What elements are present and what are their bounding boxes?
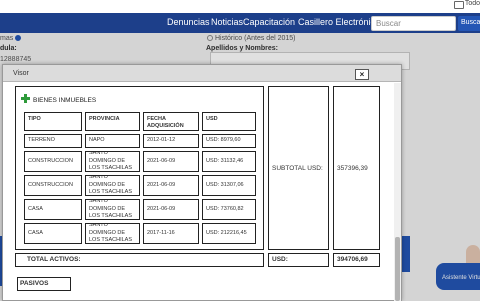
total-activos-value: 394706,69 [337, 256, 368, 263]
modal-header: Visor × [3, 65, 401, 82]
nav-link-noticias[interactable]: Noticias [211, 17, 243, 27]
subtotal-label: SUBTOTAL USD: [272, 165, 323, 172]
plus-icon[interactable] [21, 94, 30, 103]
bienes-section-title: BIENES INMUEBLES [33, 97, 97, 104]
table-cell-provincia: SANTO DOMINGO DE LOS TSACHILAS [85, 175, 140, 196]
table-cell-tipo: CONSTRUCCION [24, 175, 82, 196]
site-navigation: Denuncias Noticias Capacitación Casiller… [0, 13, 480, 33]
table-cell-usd: USD: 31132,46 [202, 151, 256, 172]
folder-icon[interactable] [454, 1, 464, 9]
nav-link-capacitacion[interactable]: Capacitación [243, 17, 295, 27]
table-cell-usd: USD: 8979,60 [202, 134, 256, 148]
bookmark-label[interactable]: Todo [465, 0, 480, 7]
table-cell-fecha: 2021-06-09 [143, 151, 199, 172]
table-cell-provincia: SANTO DOMINGO DE LOS TSACHILAS [85, 199, 140, 220]
table-cell-usd: USD: 31307,06 [202, 175, 256, 196]
col-header-usd: USD [202, 112, 256, 131]
table-cell-tipo: CONSTRUCCION [24, 151, 82, 172]
table-cell-usd: USD: 212216,45 [202, 223, 256, 244]
table-cell-tipo: CASA [24, 223, 82, 244]
modal-title: Visor [13, 70, 29, 77]
browser-bookmark-bar: Todo [0, 0, 480, 13]
subtotal-value: 357396,39 [337, 165, 368, 172]
col-header-fecha: FECHA ADQUISICIÓN [143, 112, 199, 131]
search-button[interactable]: Busca [458, 16, 480, 31]
total-usd-label: USD: [272, 256, 288, 263]
table-cell-provincia: SANTO DOMINGO DE LOS TSACHILAS [85, 223, 140, 244]
modal-scrollbar-thumb[interactable] [395, 237, 400, 301]
total-activos-label: TOTAL ACTIVOS: [27, 256, 81, 263]
table-cell-tipo: TERRENO [24, 134, 82, 148]
table-cell-fecha: 2021-06-09 [143, 199, 199, 220]
table-cell-usd: USD: 73760,82 [202, 199, 256, 220]
table-cell-fecha: 2012-01-12 [143, 134, 199, 148]
col-header-provincia: PROVINCIA [85, 112, 140, 131]
table-cell-fecha: 2021-06-09 [143, 175, 199, 196]
col-header-tipo: TIPO [24, 112, 82, 131]
table-cell-provincia: NAPO [85, 134, 140, 148]
nav-link-casillero[interactable]: Casillero Electrónico [298, 17, 380, 27]
table-cell-fecha: 2017-11-16 [143, 223, 199, 244]
table-cell-provincia: SANTO DOMINGO DE LOS TSACHILAS [85, 151, 140, 172]
nav-link-denuncias[interactable]: Denuncias [167, 17, 210, 27]
close-icon[interactable]: × [355, 69, 369, 80]
table-cell-tipo: CASA [24, 199, 82, 220]
search-input[interactable] [371, 16, 456, 31]
pasivos-label: PASIVOS [20, 280, 49, 287]
